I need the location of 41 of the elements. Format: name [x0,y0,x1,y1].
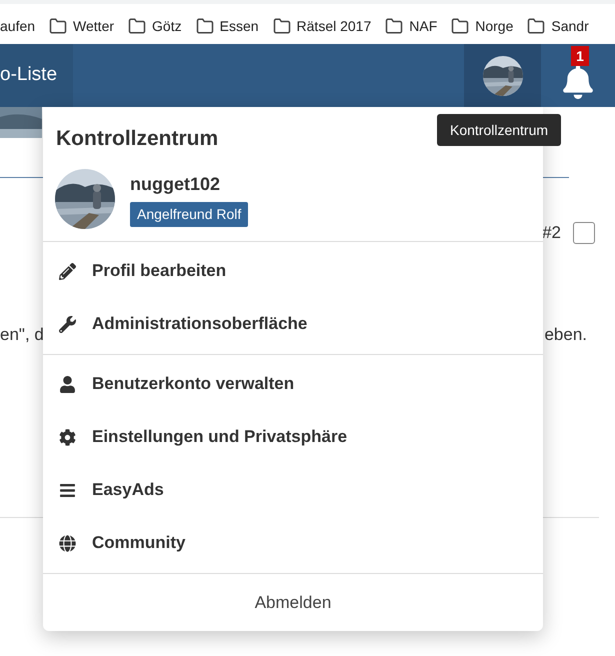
tooltip: Kontrollzentrum [437,114,562,146]
folder-icon [527,17,546,35]
menu-item[interactable]: Einstellungen und Privatsphäre [43,410,543,464]
folder-icon [196,17,214,35]
body-text: eben. [544,324,587,346]
bookmark-link[interactable]: Rätsel 2017 [296,16,372,36]
folder-icon [128,17,146,35]
logout-button[interactable]: Abmelden [254,590,332,615]
post-number: #2 [542,222,561,244]
body-text: en", d [0,324,44,346]
menu-item[interactable]: Profil bearbeiten [43,244,543,298]
wrench-icon [59,316,76,332]
bookmark-link[interactable]: Sandr [551,16,589,36]
pencil-icon [59,262,76,280]
bell-icon [561,64,595,98]
folder-icon [385,17,404,35]
notification-count: 1 [571,46,589,66]
settings-icon [59,428,76,446]
menu-item[interactable]: Benutzerkonto verwalten [43,358,543,410]
folder-icon [49,17,68,35]
nav-tab[interactable]: o-Liste [0,44,73,107]
bookmark-link[interactable]: aufen [0,16,36,36]
user-icon [59,376,76,392]
folder-icon [451,17,470,35]
username[interactable]: nugget102 [130,170,248,198]
bookmark-link[interactable]: Wetter [73,16,114,36]
bookmark-link[interactable]: Norge [475,16,514,36]
globe-icon [59,534,76,552]
bookmark-link[interactable]: Essen [220,16,259,36]
user-title-badge: Angelfreund Rolf [130,202,248,226]
bookmark-link[interactable]: NAF [409,16,438,36]
notifications-button[interactable]: 1 [541,44,615,107]
folder-icon [272,17,291,35]
list-icon [59,482,76,498]
avatar-button[interactable] [464,44,541,107]
menu-item[interactable]: Community [43,516,543,570]
menu-item[interactable]: Administrationsoberfläche [43,298,543,350]
dropdown-title: Kontrollzentrum [56,127,218,150]
menu-item[interactable]: EasyAds [43,464,543,516]
select-checkbox[interactable] [573,222,595,244]
bookmark-link[interactable]: Götz [152,16,182,36]
